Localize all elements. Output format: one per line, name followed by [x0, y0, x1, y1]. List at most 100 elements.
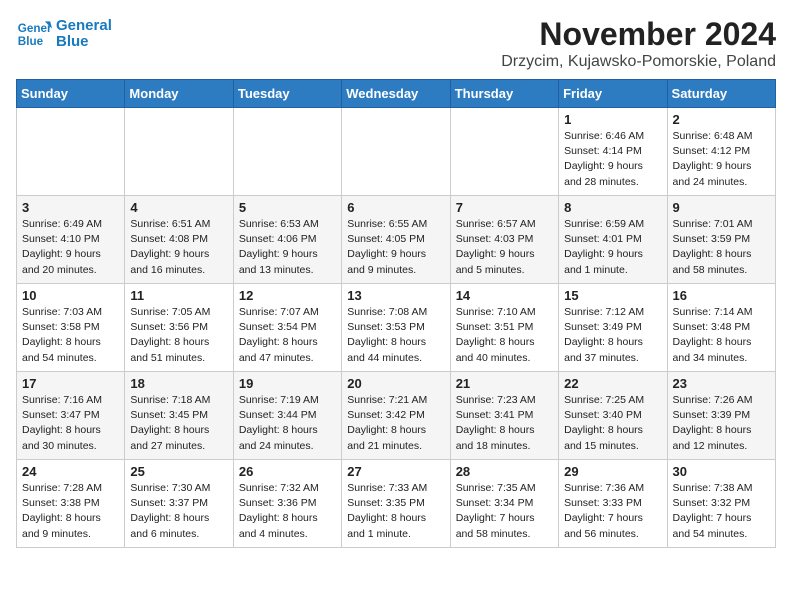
weekday-header-cell: Friday — [559, 80, 667, 108]
weekday-header-cell: Wednesday — [342, 80, 450, 108]
day-number: 15 — [564, 288, 661, 303]
calendar-day-cell: 11 Sunrise: 7:05 AM Sunset: 3:56 PM Dayli… — [125, 284, 233, 372]
calendar-day-cell: 18Sunrise: 7:18 AM Sunset: 3:45 PM Dayli… — [125, 372, 233, 460]
title-area: November 2024 Drzycim, Kujawsko-Pomorski… — [501, 16, 776, 71]
calendar-day-cell: 13 Sunrise: 7:08 AM Sunset: 3:53 PM Dayli… — [342, 284, 450, 372]
svg-text:Blue: Blue — [18, 35, 44, 48]
day-info: Sunrise: 7:30 AM Sunset: 3:37 PM Dayligh… — [130, 481, 227, 542]
day-number: 7 — [456, 200, 553, 215]
calendar-day-cell: 7 Sunrise: 6:57 AM Sunset: 4:03 PM Daylig… — [450, 196, 558, 284]
weekday-header-cell: Tuesday — [233, 80, 341, 108]
day-number: 12 — [239, 288, 336, 303]
calendar-day-cell: 29 Sunrise: 7:36 AM Sunset: 3:33 PM Dayli… — [559, 460, 667, 548]
day-info: Sunrise: 6:51 AM Sunset: 4:08 PM Dayligh… — [130, 217, 227, 278]
day-info: Sunrise: 7:07 AM Sunset: 3:54 PM Dayligh… — [239, 305, 336, 366]
day-number: 30 — [673, 464, 770, 479]
day-number: 10 — [22, 288, 119, 303]
calendar-day-cell: 20 Sunrise: 7:21 AM Sunset: 3:42 PM Dayli… — [342, 372, 450, 460]
day-info: Sunrise: 7:23 AM Sunset: 3:41 PM Dayligh… — [456, 393, 553, 454]
logo-line1: General — [56, 18, 112, 35]
calendar-day-cell: 14 Sunrise: 7:10 AM Sunset: 3:51 PM Dayli… — [450, 284, 558, 372]
day-number: 28 — [456, 464, 553, 479]
day-info: Sunrise: 7:38 AM Sunset: 3:32 PM Dayligh… — [673, 481, 770, 542]
day-info: Sunrise: 7:26 AM Sunset: 3:39 PM Dayligh… — [673, 393, 770, 454]
weekday-header-cell: Monday — [125, 80, 233, 108]
calendar-day-cell: 9 Sunrise: 7:01 AM Sunset: 3:59 PM Daylig… — [667, 196, 775, 284]
calendar-day-cell — [450, 108, 558, 196]
day-info: Sunrise: 7:35 AM Sunset: 3:34 PM Dayligh… — [456, 481, 553, 542]
calendar-day-cell: 8 Sunrise: 6:59 AM Sunset: 4:01 PM Daylig… — [559, 196, 667, 284]
day-number: 25 — [130, 464, 227, 479]
day-info: Sunrise: 7:28 AM Sunset: 3:38 PM Dayligh… — [22, 481, 119, 542]
calendar-day-cell — [125, 108, 233, 196]
day-number: 24 — [22, 464, 119, 479]
calendar-day-cell: 2 Sunrise: 6:48 AM Sunset: 4:12 PM Daylig… — [667, 108, 775, 196]
day-number: 27 — [347, 464, 444, 479]
logo-icon: General Blue — [16, 16, 52, 52]
day-info: Sunrise: 6:59 AM Sunset: 4:01 PM Dayligh… — [564, 217, 661, 278]
day-info: Sunrise: 7:03 AM Sunset: 3:58 PM Dayligh… — [22, 305, 119, 366]
day-number: 14 — [456, 288, 553, 303]
day-number: 9 — [673, 200, 770, 215]
day-number: 4 — [130, 200, 227, 215]
calendar-day-cell: 21 Sunrise: 7:23 AM Sunset: 3:41 PM Dayli… — [450, 372, 558, 460]
day-info: Sunrise: 7:25 AM Sunset: 3:40 PM Dayligh… — [564, 393, 661, 454]
day-info: Sunrise: 7:21 AM Sunset: 3:42 PM Dayligh… — [347, 393, 444, 454]
calendar-day-cell: 17 Sunrise: 7:16 AM Sunset: 3:47 PM Dayli… — [17, 372, 125, 460]
day-number: 21 — [456, 376, 553, 391]
day-number: 16 — [673, 288, 770, 303]
weekday-header-cell: Sunday — [17, 80, 125, 108]
calendar-day-cell: 12 Sunrise: 7:07 AM Sunset: 3:54 PM Dayli… — [233, 284, 341, 372]
day-number: 13 — [347, 288, 444, 303]
svg-text:General: General — [18, 22, 52, 35]
day-number: 6 — [347, 200, 444, 215]
month-title: November 2024 — [501, 16, 776, 53]
day-info: Sunrise: 6:57 AM Sunset: 4:03 PM Dayligh… — [456, 217, 553, 278]
calendar-day-cell: 16 Sunrise: 7:14 AM Sunset: 3:48 PM Dayli… — [667, 284, 775, 372]
calendar-day-cell — [233, 108, 341, 196]
calendar-day-cell — [342, 108, 450, 196]
day-info: Sunrise: 7:33 AM Sunset: 3:35 PM Dayligh… — [347, 481, 444, 542]
day-info: Sunrise: 6:53 AM Sunset: 4:06 PM Dayligh… — [239, 217, 336, 278]
calendar-day-cell: 6Sunrise: 6:55 AM Sunset: 4:05 PM Daylig… — [342, 196, 450, 284]
day-number: 8 — [564, 200, 661, 215]
calendar-day-cell: 15 Sunrise: 7:12 AM Sunset: 3:49 PM Dayli… — [559, 284, 667, 372]
day-number: 11 — [130, 288, 227, 303]
day-info: Sunrise: 7:01 AM Sunset: 3:59 PM Dayligh… — [673, 217, 770, 278]
logo-line2: Blue — [56, 34, 112, 51]
calendar-table: SundayMondayTuesdayWednesdayThursdayFrid… — [16, 79, 776, 548]
day-number: 20 — [347, 376, 444, 391]
calendar-day-cell: 4 Sunrise: 6:51 AM Sunset: 4:08 PM Daylig… — [125, 196, 233, 284]
calendar-day-cell: 27 Sunrise: 7:33 AM Sunset: 3:35 PM Dayli… — [342, 460, 450, 548]
logo: General Blue General Blue — [16, 16, 112, 52]
calendar-day-cell: 19Sunrise: 7:19 AM Sunset: 3:44 PM Dayli… — [233, 372, 341, 460]
calendar-week-row: 24 Sunrise: 7:28 AM Sunset: 3:38 PM Dayli… — [17, 460, 776, 548]
calendar-day-cell: 1Sunrise: 6:46 AM Sunset: 4:14 PM Daylig… — [559, 108, 667, 196]
day-info: Sunrise: 7:10 AM Sunset: 3:51 PM Dayligh… — [456, 305, 553, 366]
day-info: Sunrise: 7:32 AM Sunset: 3:36 PM Dayligh… — [239, 481, 336, 542]
day-number: 17 — [22, 376, 119, 391]
day-info: Sunrise: 7:12 AM Sunset: 3:49 PM Dayligh… — [564, 305, 661, 366]
day-info: Sunrise: 7:14 AM Sunset: 3:48 PM Dayligh… — [673, 305, 770, 366]
day-number: 5 — [239, 200, 336, 215]
day-info: Sunrise: 7:36 AM Sunset: 3:33 PM Dayligh… — [564, 481, 661, 542]
day-number: 2 — [673, 112, 770, 127]
calendar-week-row: 17 Sunrise: 7:16 AM Sunset: 3:47 PM Dayli… — [17, 372, 776, 460]
calendar-week-row: 3Sunrise: 6:49 AM Sunset: 4:10 PM Daylig… — [17, 196, 776, 284]
calendar-day-cell — [17, 108, 125, 196]
header: General Blue General Blue November 2024 … — [16, 16, 776, 71]
day-info: Sunrise: 7:18 AM Sunset: 3:45 PM Dayligh… — [130, 393, 227, 454]
day-info: Sunrise: 7:08 AM Sunset: 3:53 PM Dayligh… — [347, 305, 444, 366]
day-number: 29 — [564, 464, 661, 479]
calendar-day-cell: 10 Sunrise: 7:03 AM Sunset: 3:58 PM Dayli… — [17, 284, 125, 372]
day-info: Sunrise: 6:48 AM Sunset: 4:12 PM Dayligh… — [673, 129, 770, 190]
day-info: Sunrise: 7:16 AM Sunset: 3:47 PM Dayligh… — [22, 393, 119, 454]
location-title: Drzycim, Kujawsko-Pomorskie, Poland — [501, 53, 776, 71]
calendar-body: 1Sunrise: 6:46 AM Sunset: 4:14 PM Daylig… — [17, 108, 776, 548]
weekday-header-cell: Saturday — [667, 80, 775, 108]
day-info: Sunrise: 6:49 AM Sunset: 4:10 PM Dayligh… — [22, 217, 119, 278]
calendar-week-row: 1Sunrise: 6:46 AM Sunset: 4:14 PM Daylig… — [17, 108, 776, 196]
day-number: 23 — [673, 376, 770, 391]
calendar-day-cell: 30 Sunrise: 7:38 AM Sunset: 3:32 PM Dayli… — [667, 460, 775, 548]
day-info: Sunrise: 7:05 AM Sunset: 3:56 PM Dayligh… — [130, 305, 227, 366]
